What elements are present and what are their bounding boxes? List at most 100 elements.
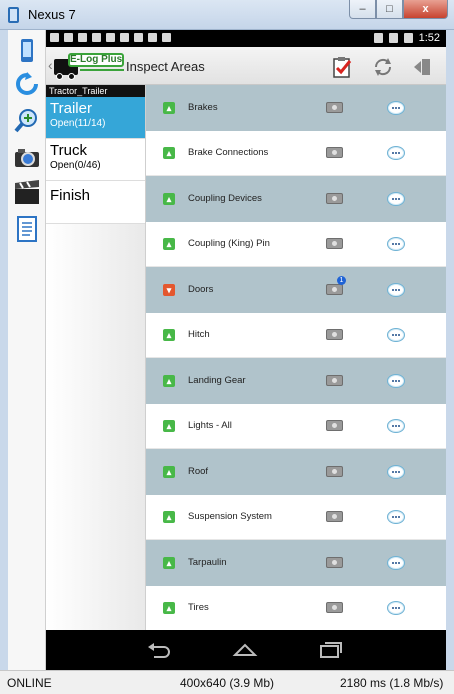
inspection-row[interactable]: ▴ Tires: [146, 585, 446, 631]
wifi-icon: [388, 33, 398, 43]
status-icons: 1:52: [373, 32, 440, 44]
inspection-item-label: Roof: [188, 466, 209, 478]
comment-bubble-icon[interactable]: [387, 327, 405, 342]
comment-bubble-icon[interactable]: [387, 509, 405, 524]
category-name: Finish: [50, 187, 91, 204]
logout-icon[interactable]: [412, 56, 434, 78]
inspection-list: ▴ Brakes ▴ Brake Connections ▴ Coupling Devic…: [146, 85, 446, 631]
device-screen: 1:52 ‹ E-Log Plus Inspect Areas Tractor_…: [46, 30, 446, 670]
photo-camera-icon[interactable]: [326, 466, 343, 478]
inspection-row[interactable]: ▴ Suspension System: [146, 494, 446, 540]
inspection-row[interactable]: ▴ Tarpaulin: [146, 540, 446, 586]
screen-resolution: 400x640 (3.9 Mb): [180, 676, 275, 690]
category-status: Open(0/46): [50, 160, 101, 171]
photo-camera-icon[interactable]: [326, 147, 343, 159]
inspection-row[interactable]: ▾ Doors 1: [146, 267, 446, 313]
notification-icon: [64, 33, 73, 42]
document-icon[interactable]: [14, 216, 40, 242]
video-icon[interactable]: [14, 180, 40, 206]
comment-bubble-icon[interactable]: [387, 464, 405, 479]
photo-camera-icon[interactable]: [326, 284, 343, 296]
category-pane: Tractor_Trailer Trailer Open(11/14) Truc…: [46, 85, 146, 630]
window-title: Nexus 7: [28, 7, 76, 22]
inspection-item-label: Doors: [188, 284, 214, 296]
logo-underline: [80, 69, 124, 75]
thumbs-up-icon[interactable]: ▴: [163, 465, 175, 478]
page-title: Inspect Areas: [126, 59, 205, 74]
comment-bubble-icon[interactable]: [387, 555, 405, 570]
inspection-row[interactable]: ▴ Hitch: [146, 312, 446, 358]
photo-camera-icon[interactable]: [326, 193, 343, 205]
vehicle-type-header: Tractor_Trailer: [46, 85, 145, 97]
inspection-row[interactable]: ▴ Lights - All: [146, 403, 446, 449]
thumbs-up-icon[interactable]: ▴: [163, 328, 175, 341]
thumbs-up-icon[interactable]: ▴: [163, 101, 175, 114]
comment-bubble-icon[interactable]: [387, 282, 405, 297]
emulator-statusbar: ONLINE 400x640 (3.9 Mb) 2180 ms (1.8 Mb/…: [0, 670, 454, 694]
photo-camera-icon[interactable]: [326, 557, 343, 569]
comment-bubble-icon[interactable]: [387, 600, 405, 615]
clipboard-check-icon[interactable]: [331, 56, 353, 78]
notification-icon: [92, 33, 101, 42]
inspection-row[interactable]: ▴ Coupling Devices: [146, 176, 446, 222]
inspection-item-label: Tires: [188, 602, 209, 614]
rotate-icon[interactable]: [14, 72, 40, 98]
minimize-button[interactable]: –: [349, 0, 376, 19]
inspection-item-label: Coupling (King) Pin: [188, 238, 270, 250]
thumbs-up-icon[interactable]: ▴: [163, 146, 175, 159]
inspection-row[interactable]: ▴ Brakes: [146, 85, 446, 131]
inspection-row[interactable]: ▴ Coupling (King) Pin: [146, 221, 446, 267]
photo-camera-icon[interactable]: [326, 375, 343, 387]
comment-bubble-icon[interactable]: [387, 373, 405, 388]
category-name: Truck: [50, 142, 87, 159]
thumbs-up-icon[interactable]: ▴: [163, 192, 175, 205]
action-bar: ‹ E-Log Plus Inspect Areas: [46, 47, 446, 85]
zoom-icon[interactable]: [14, 108, 40, 134]
inspection-item-label: Brakes: [188, 102, 218, 114]
thumbs-up-icon[interactable]: ▴: [163, 419, 175, 432]
photo-camera-icon[interactable]: [326, 420, 343, 432]
window-frame-left: [0, 30, 8, 670]
inspection-item-label: Landing Gear: [188, 375, 246, 387]
up-chevron-icon[interactable]: ‹: [48, 57, 53, 73]
comment-bubble-icon[interactable]: [387, 418, 405, 433]
photo-camera-icon[interactable]: [326, 102, 343, 114]
refresh-icon[interactable]: [372, 56, 394, 78]
android-navbar: [46, 630, 446, 670]
inspection-row[interactable]: ▴ Brake Connections: [146, 130, 446, 176]
elog-logo[interactable]: E-Log Plus: [54, 51, 124, 81]
camera-icon[interactable]: [14, 144, 40, 170]
thumbs-down-icon[interactable]: ▾: [163, 283, 175, 296]
thumbs-up-icon[interactable]: ▴: [163, 374, 175, 387]
inspection-row[interactable]: ▴ Landing Gear: [146, 358, 446, 404]
photo-camera-icon[interactable]: [326, 329, 343, 341]
comment-bubble-icon[interactable]: [387, 191, 405, 206]
notification-icon: [120, 33, 129, 42]
thumbs-up-icon[interactable]: ▴: [163, 510, 175, 523]
close-button[interactable]: x: [403, 0, 448, 19]
thumbs-up-icon[interactable]: ▴: [163, 237, 175, 250]
photo-camera-icon[interactable]: [326, 602, 343, 614]
thumbs-up-icon[interactable]: ▴: [163, 556, 175, 569]
photo-camera-icon[interactable]: [326, 511, 343, 523]
recent-apps-icon[interactable]: [318, 641, 344, 659]
comment-bubble-icon[interactable]: [387, 236, 405, 251]
photo-camera-icon[interactable]: [326, 238, 343, 250]
comment-bubble-icon[interactable]: [387, 100, 405, 115]
notification-icon: [134, 33, 143, 42]
category-item-trailer[interactable]: Trailer Open(11/14): [46, 97, 145, 139]
thumbs-up-icon[interactable]: ▴: [163, 601, 175, 614]
back-icon[interactable]: [146, 641, 172, 659]
category-status: Open(11/14): [50, 118, 106, 129]
inspection-row[interactable]: ▴ Roof: [146, 449, 446, 495]
category-item-finish[interactable]: Finish: [46, 181, 145, 224]
notification-icon: [78, 33, 87, 42]
notification-icon: [50, 33, 59, 42]
home-icon[interactable]: [232, 641, 258, 659]
category-item-truck[interactable]: Truck Open(0/46): [46, 139, 145, 181]
maximize-button[interactable]: □: [376, 0, 403, 19]
phone-icon[interactable]: [14, 38, 40, 64]
window-controls: – □ x: [349, 0, 448, 20]
comment-bubble-icon[interactable]: [387, 145, 405, 160]
notification-icons: [50, 33, 171, 42]
